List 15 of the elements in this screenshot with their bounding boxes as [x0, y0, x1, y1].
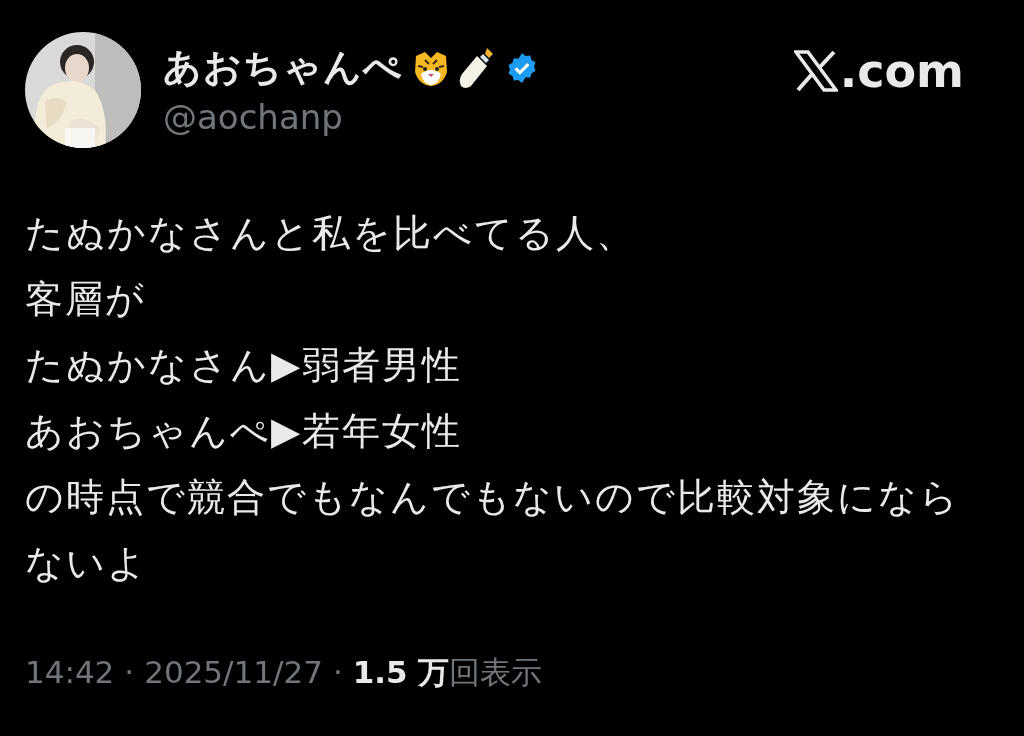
site-name: .com	[839, 44, 964, 98]
post-text-line: 客層が	[25, 276, 147, 323]
post-time: 14:42	[25, 654, 115, 690]
display-name: あおちゃんぺ	[163, 44, 403, 91]
separator-dot: ·	[332, 654, 343, 690]
post-text-line: あおちゃんぺ▶若年女性	[25, 408, 464, 455]
post-date: 2025/11/27	[144, 654, 323, 690]
post-text-line: たぬかなさんと私を比べてる人、	[25, 210, 637, 257]
views-label: 回表示	[449, 653, 543, 692]
view-count: 1.5 万	[352, 653, 450, 692]
user-handle: @aochanp	[163, 97, 344, 137]
post-text-line: の時点で競合でもなんでもないので比較対象にならないよ	[25, 474, 961, 587]
post-text-line: たぬかなさん▶弱者男性	[25, 342, 464, 389]
separator-dot: ·	[124, 654, 135, 690]
x-logo-icon	[793, 50, 838, 92]
